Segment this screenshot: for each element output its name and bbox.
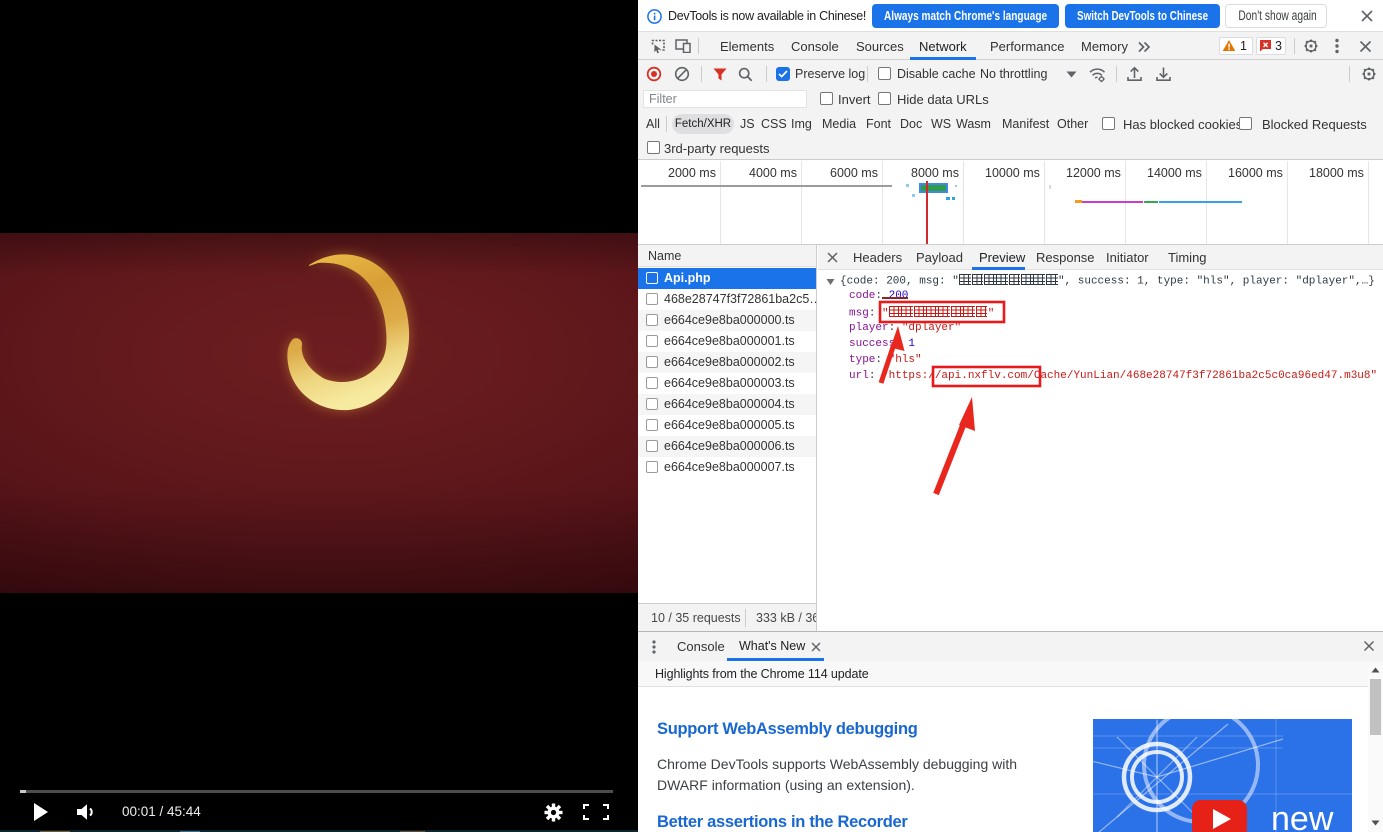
svg-text:new: new	[1271, 800, 1334, 832]
